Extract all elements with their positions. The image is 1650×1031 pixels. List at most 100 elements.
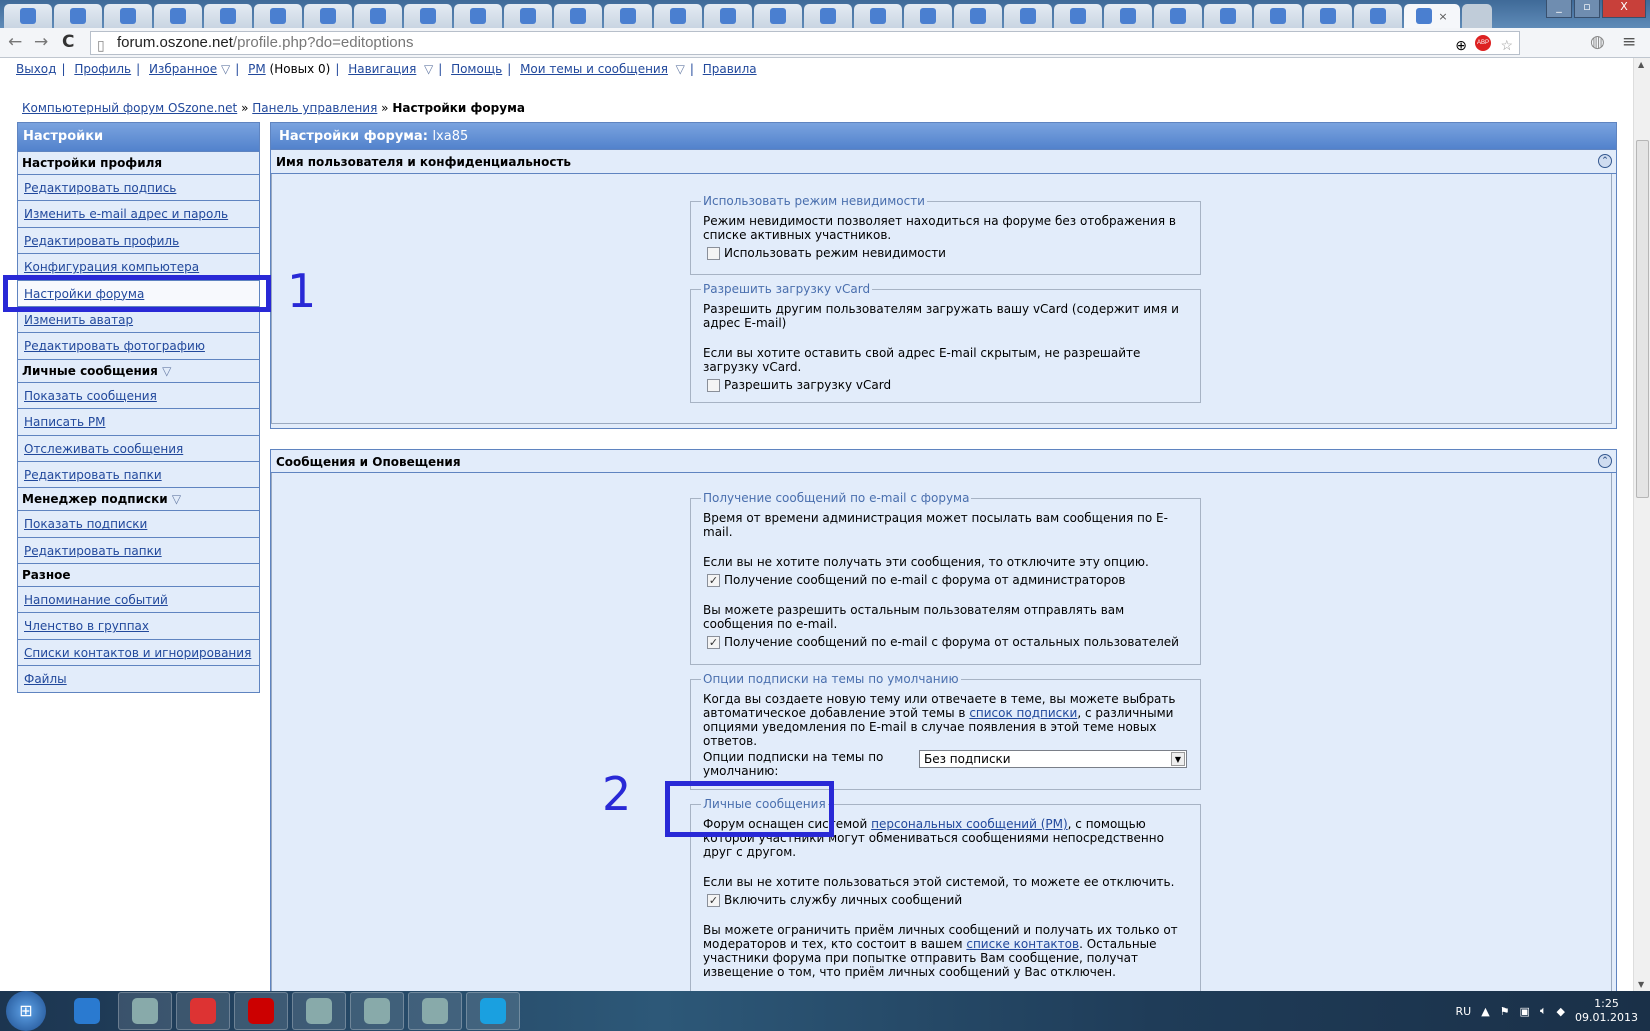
browser-tab[interactable] (1154, 4, 1202, 28)
sidebar-item-link[interactable]: Редактировать фотографию (24, 339, 205, 353)
breadcrumb-home[interactable]: Компьютерный форум OSzone.net (22, 101, 237, 115)
logout-link[interactable]: Выход (16, 62, 56, 76)
my-topics-link[interactable]: Мои темы и сообщения (520, 62, 668, 76)
sidebar-item[interactable]: Отслеживать сообщения (18, 434, 259, 461)
scroll-up-icon[interactable]: ▲ (1638, 60, 1644, 69)
sidebar-item[interactable]: Редактировать профиль (18, 226, 259, 253)
chevron-down-icon[interactable]: ▽ (676, 62, 685, 76)
pm-link[interactable]: PM (248, 62, 266, 76)
sidebar-item-link[interactable]: Редактировать папки (24, 468, 162, 482)
chrome-icon[interactable] (176, 992, 230, 1030)
browser-tab[interactable] (404, 4, 452, 28)
new-tab-button[interactable] (1462, 4, 1492, 28)
checkbox-icon[interactable] (707, 246, 720, 260)
sidebar-item-link[interactable]: Файлы (24, 672, 67, 686)
scrollbar-thumb[interactable] (1636, 140, 1649, 498)
remote-desktop-icon[interactable] (350, 992, 404, 1030)
menu-icon[interactable]: ≡ (1622, 32, 1636, 52)
virtualbox-icon[interactable] (408, 992, 462, 1030)
browser-tab[interactable] (154, 4, 202, 28)
sidebar-item[interactable]: Редактировать подпись (18, 174, 259, 200)
explorer-icon[interactable] (118, 992, 172, 1030)
opera-icon[interactable] (234, 992, 288, 1030)
sidebar-item[interactable]: Редактировать фотографию (18, 332, 259, 358)
network-icon[interactable]: ▣ (1520, 1005, 1530, 1018)
sidebar-item[interactable]: Написать PM (18, 408, 259, 434)
sidebar-item-link[interactable]: Списки контактов и игнорирования (24, 646, 251, 660)
browser-tab[interactable] (504, 4, 552, 28)
tab-close-icon[interactable]: × (1438, 10, 1447, 23)
chevron-down-icon[interactable]: ▽ (424, 62, 433, 76)
browser-tab[interactable] (954, 4, 1002, 28)
collapse-icon[interactable]: ⌃ (1598, 454, 1612, 468)
sidebar-item-link[interactable]: Редактировать профиль (24, 234, 179, 248)
browser-tab[interactable] (204, 4, 252, 28)
favorites-link[interactable]: Избранное (149, 62, 217, 76)
dropbox-icon[interactable]: ◆ (1557, 1005, 1565, 1018)
breadcrumb-control-panel[interactable]: Панель управления (252, 101, 377, 115)
subscription-list-link[interactable]: список подписки (969, 706, 1077, 720)
sidebar-item-link[interactable]: Отслеживать сообщения (24, 442, 183, 456)
navigation-link[interactable]: Навигация (348, 62, 416, 76)
browser-tab[interactable] (804, 4, 852, 28)
tray-expand-icon[interactable]: ▲ (1481, 1005, 1489, 1018)
chevron-down-icon[interactable]: ▽ (221, 62, 230, 76)
browser-tab[interactable] (1054, 4, 1102, 28)
checkbox-icon[interactable] (707, 378, 720, 392)
scroll-down-icon[interactable]: ▼ (1638, 980, 1644, 989)
sidebar-item-link[interactable]: Изменить e-mail адрес и пароль (24, 207, 228, 221)
help-link[interactable]: Помощь (451, 62, 502, 76)
sidebar-item[interactable]: Файлы (18, 665, 259, 691)
reload-icon[interactable]: C (62, 32, 74, 52)
clock[interactable]: 1:25 09.01.2013 (1575, 997, 1638, 1025)
flag-icon[interactable]: ⚑ (1500, 1005, 1510, 1018)
browser-tab[interactable] (254, 4, 302, 28)
sidebar-item-link[interactable]: Напоминание событий (24, 593, 168, 607)
sidebar-item[interactable]: Редактировать папки (18, 460, 259, 487)
rules-link[interactable]: Правила (703, 62, 757, 76)
invisible-mode-checkbox[interactable]: Использовать режим невидимости (707, 246, 1188, 260)
zoom-icon[interactable]: ⊕ (1455, 34, 1467, 56)
checkmark-icon[interactable]: ✓ (707, 635, 720, 649)
sidebar-item[interactable]: Показать сообщения (18, 381, 259, 408)
sidebar-item-link[interactable]: Редактировать папки (24, 544, 162, 558)
browser-tab[interactable] (454, 4, 502, 28)
sidebar-item-link[interactable]: Членство в группах (24, 619, 149, 633)
browser-tab[interactable] (304, 4, 352, 28)
browser-tab[interactable] (1304, 4, 1352, 28)
close-window-button[interactable]: X (1602, 0, 1646, 18)
pm-info-link[interactable]: персональных сообщений (PM) (871, 817, 1068, 831)
sidebar-item-link[interactable]: Написать PM (24, 415, 105, 429)
sidebar-item[interactable]: Изменить e-mail адрес и пароль (18, 200, 259, 226)
browser-tab[interactable]: × (1404, 4, 1460, 28)
start-button[interactable]: ⊞ (6, 991, 46, 1031)
sidebar-item-link[interactable]: Конфигурация компьютера (24, 260, 199, 274)
chevron-down-icon[interactable]: ▽ (162, 364, 171, 378)
sidebar-item[interactable]: Редактировать папки (18, 536, 259, 563)
browser-tab[interactable] (354, 4, 402, 28)
browser-tab[interactable] (1104, 4, 1152, 28)
sidebar-item-link[interactable]: Показать подписки (24, 517, 147, 531)
browser-tab[interactable] (854, 4, 902, 28)
bookmark-star-icon[interactable]: ☆ (1500, 34, 1513, 56)
maximize-button[interactable]: ▫ (1574, 0, 1600, 18)
profile-link[interactable]: Профиль (74, 62, 131, 76)
vcard-checkbox[interactable]: Разрешить загрузку vCard (707, 378, 1188, 392)
ie-icon[interactable] (60, 992, 114, 1030)
checkmark-icon[interactable]: ✓ (707, 893, 720, 907)
sidebar-item[interactable]: Списки контактов и игнорирования (18, 638, 259, 665)
sidebar-item[interactable]: Напоминание событий (18, 586, 259, 612)
minimize-button[interactable]: _ (1546, 0, 1572, 18)
skype-icon[interactable] (466, 992, 520, 1030)
notepad-icon[interactable] (292, 992, 346, 1030)
browser-tab[interactable] (4, 4, 52, 28)
browser-tab[interactable] (1354, 4, 1402, 28)
browser-tab[interactable] (604, 4, 652, 28)
dropdown-arrow-icon[interactable]: ▼ (1171, 752, 1185, 766)
browser-tab[interactable] (704, 4, 752, 28)
back-icon[interactable]: ← (8, 32, 22, 52)
subscription-mode-select[interactable]: Без подписки ▼ (919, 750, 1187, 768)
browser-tab[interactable] (104, 4, 152, 28)
browser-tab[interactable] (54, 4, 102, 28)
extension-globe-icon[interactable]: ◍ (1590, 32, 1605, 52)
